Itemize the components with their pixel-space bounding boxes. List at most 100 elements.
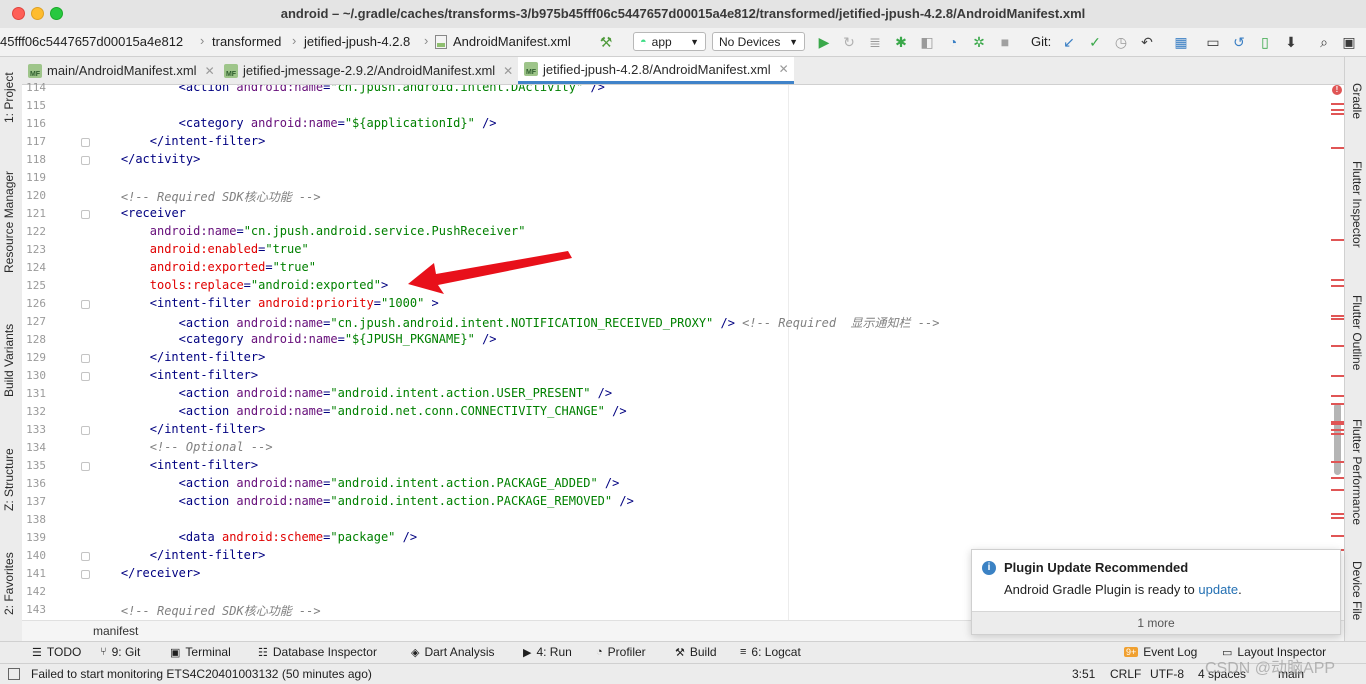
fold-marker[interactable] [81,426,90,435]
breadcrumb-item[interactable]: transformed [212,34,281,49]
sdk-manager-icon[interactable]: ⬇ [1282,33,1300,51]
code-token: "1000" [380,296,425,310]
git-update-icon[interactable]: ↙ [1060,33,1078,51]
more-notifications-button[interactable]: 1 more [972,611,1340,634]
error-mark[interactable] [1331,239,1344,241]
search-icon[interactable]: ⌕ [1315,33,1333,51]
error-stripe[interactable]: ! [1330,85,1344,620]
fold-marker[interactable] [81,552,90,561]
tool-flutter-outline[interactable]: Flutter Outline [1350,295,1364,370]
tab-main-manifest[interactable]: MF main/AndroidManifest.xml ✕ [22,57,218,84]
git-history-icon[interactable]: ◷ [1112,33,1130,51]
error-mark[interactable] [1331,423,1344,425]
tool-window-4-run[interactable]: ▶ 4: Run [523,645,572,659]
cursor-position[interactable]: 3:51 [1072,667,1095,681]
debug-icon[interactable]: ✱ [892,33,910,51]
scrollbar-thumb[interactable] [1334,403,1341,475]
code-token: android:name [236,316,324,330]
error-mark[interactable] [1331,147,1344,149]
annotation-arrow [408,251,572,294]
line-number: 116 [26,117,46,130]
debug-attach-icon[interactable]: ✲ [970,33,988,51]
error-mark[interactable] [1331,285,1344,287]
error-mark[interactable] [1331,461,1344,463]
fold-marker[interactable] [81,462,90,471]
fold-marker[interactable] [81,138,90,147]
tool-window-dart-analysis[interactable]: ◈ Dart Analysis [411,645,495,659]
error-mark[interactable] [1331,109,1344,111]
hammer-build-icon[interactable]: ⚒ [597,33,615,51]
fold-marker[interactable] [81,354,90,363]
error-mark[interactable] [1331,103,1344,105]
close-tab-icon[interactable]: ✕ [503,64,513,78]
close-tab-icon[interactable]: ✕ [779,62,789,76]
tool-window-todo[interactable]: ☰ TODO [32,645,81,659]
tool-window-build[interactable]: ⚒ Build [675,645,717,659]
rerun-icon[interactable]: ↻ [840,33,858,51]
fold-marker[interactable] [81,570,90,579]
apply-changes-icon[interactable]: ≣ [866,33,884,51]
file-encoding[interactable]: UTF-8 [1150,667,1184,681]
fold-marker[interactable] [81,210,90,219]
error-mark[interactable] [1331,477,1344,479]
settings-icon[interactable]: ▣ [1340,33,1358,51]
tool-window-profiler[interactable]: ◔ Profiler [596,645,646,659]
git-rollback-icon[interactable]: ↶ [1138,33,1156,51]
error-mark[interactable] [1331,395,1344,397]
error-mark[interactable] [1331,315,1344,317]
profile-icon[interactable]: ◔ [944,33,962,51]
stop-icon[interactable]: ■ [996,33,1014,51]
tool-device-file[interactable]: Device File [1350,561,1364,620]
fold-marker[interactable] [81,372,90,381]
error-mark[interactable] [1331,318,1344,320]
tool-window-terminal[interactable]: ▣ Terminal [170,645,231,659]
error-mark[interactable] [1331,375,1344,377]
tool-structure[interactable]: Z: Structure [2,448,16,511]
fold-marker[interactable] [81,300,90,309]
tool-flutter-inspector[interactable]: Flutter Inspector [1350,161,1364,248]
breadcrumb-item[interactable]: 45fff06c5447657d00015a4e812 [0,34,183,49]
error-mark[interactable] [1331,403,1344,405]
breadcrumb-item[interactable]: jetified-jpush-4.2.8 [304,34,410,49]
tab-jmessage-manifest[interactable]: MF jetified-jmessage-2.9.2/AndroidManife… [218,57,518,84]
footer-crumb-item[interactable]: manifest [93,624,138,638]
tool-flutter-performance[interactable]: Flutter Performance [1350,419,1364,525]
tool-gradle[interactable]: Gradle [1350,83,1364,119]
tool-favorites[interactable]: 2: Favorites [2,552,16,615]
tool-window-6-logcat[interactable]: ≡ 6: Logcat [740,645,801,659]
line-number: 124 [26,261,46,274]
tool-build-variants[interactable]: Build Variants [2,324,16,397]
tool-window-event-log[interactable]: 9+ Event Log [1124,645,1197,659]
status-message[interactable]: Failed to start monitoring ETS4C20401003… [31,667,372,681]
error-mark[interactable] [1331,513,1344,515]
run-icon[interactable]: ▶ [815,33,833,51]
device-select[interactable]: No Devices ▼ [712,32,805,51]
tool-window-database-inspector[interactable]: ☷ Database Inspector [258,645,377,659]
device-manager-icon[interactable]: ▯ [1256,33,1274,51]
error-mark[interactable] [1331,279,1344,281]
close-tab-icon[interactable]: ✕ [205,64,215,78]
breadcrumb-item[interactable]: AndroidManifest.xml [453,34,571,49]
error-mark[interactable] [1331,489,1344,491]
attach-debugger-icon[interactable]: ◧ [918,33,936,51]
update-link[interactable]: update [1198,582,1238,597]
error-mark[interactable] [1331,345,1344,347]
error-mark[interactable] [1331,113,1344,115]
sync-gradle-icon[interactable]: ↺ [1230,33,1248,51]
line-separator[interactable]: CRLF [1110,667,1141,681]
status-toggle-icon[interactable] [8,668,20,680]
avd-manager-icon[interactable]: ▭ [1204,33,1222,51]
error-mark[interactable] [1331,535,1344,537]
tool-resource-manager[interactable]: Resource Manager [2,171,16,273]
error-mark[interactable] [1331,429,1344,431]
code-editor[interactable]: <action android:name="cn.jpush.android.i… [92,85,1330,620]
run-config-select[interactable]: ◓ app ▼ [633,32,706,51]
tool-window-9-git[interactable]: ⑂ 9: Git [100,645,140,659]
project-structure-icon[interactable]: ▦ [1172,33,1190,51]
tab-jpush-manifest[interactable]: MF jetified-jpush-4.2.8/AndroidManifest.… [518,57,794,84]
tool-project[interactable]: 1: Project [2,72,16,123]
error-mark[interactable] [1331,433,1344,435]
fold-marker[interactable] [81,156,90,165]
git-commit-icon[interactable]: ✓ [1086,33,1104,51]
error-mark[interactable] [1331,517,1344,519]
